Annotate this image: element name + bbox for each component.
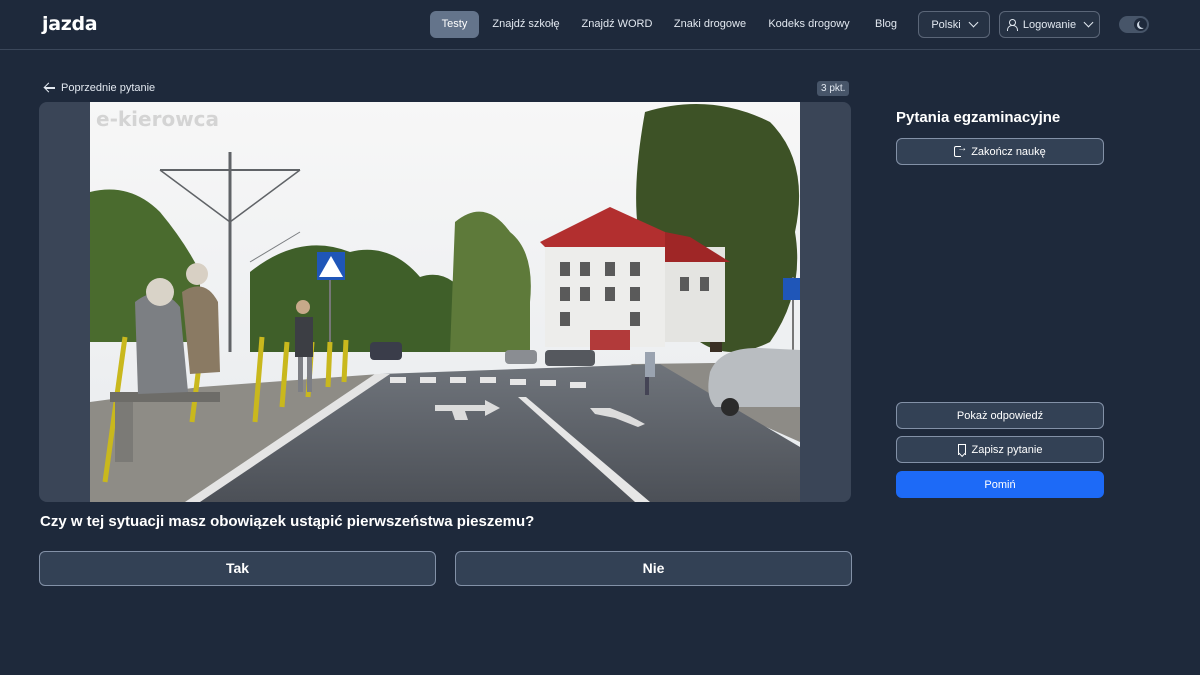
save-question-label: Zapisz pytanie: [971, 443, 1043, 456]
login-label: Logowanie: [1022, 18, 1077, 31]
user-icon: [1006, 19, 1018, 31]
question-photo: e-kierowca: [90, 102, 800, 502]
skip-label: Pomiń: [984, 478, 1016, 491]
chevron-down-icon: [1083, 17, 1094, 28]
nav-road-signs[interactable]: Znaki drogowe: [668, 11, 752, 38]
login-button[interactable]: Logowanie: [999, 11, 1100, 38]
nav-traffic-code[interactable]: Kodeks drogowy: [762, 11, 856, 38]
top-navbar: jazda Testy Znajdź szkołę Znajdź WORD Zn…: [0, 0, 1200, 50]
chevron-down-icon: [968, 17, 979, 28]
theme-toggle-knob: [1134, 18, 1147, 31]
language-label: Polski: [931, 18, 961, 31]
save-question-button[interactable]: Zapisz pytanie: [896, 436, 1104, 463]
language-select[interactable]: Polski: [918, 11, 990, 38]
nav-find-school[interactable]: Znajdź szkołę: [486, 11, 566, 38]
end-study-button[interactable]: Zakończ naukę: [896, 138, 1104, 165]
skip-button[interactable]: Pomiń: [896, 471, 1104, 498]
question-text: Czy w tej sytuacji masz obowiązek ustąpi…: [40, 513, 535, 530]
show-answer-label: Pokaż odpowiedź: [956, 409, 1044, 422]
previous-question-label: Poprzednie pytanie: [61, 82, 156, 94]
end-study-label: Zakończ naukę: [971, 145, 1046, 158]
moon-icon: [1139, 20, 1147, 28]
answer-yes-button[interactable]: Tak: [39, 551, 436, 586]
answer-no-button[interactable]: Nie: [455, 551, 852, 586]
brand-logo[interactable]: jazda: [42, 13, 98, 35]
theme-toggle[interactable]: [1119, 16, 1149, 33]
watermark: e-kierowca: [96, 107, 219, 131]
arrow-left-icon: [44, 83, 55, 93]
nav-find-word[interactable]: Znajdź WORD: [576, 11, 658, 38]
nav-blog[interactable]: Blog: [866, 11, 906, 38]
nav-tests[interactable]: Testy: [430, 11, 479, 38]
question-media: e-kierowca: [39, 102, 851, 502]
points-badge: 3 pkt.: [817, 81, 850, 96]
bookmark-icon: [957, 444, 966, 455]
sidebar-title: Pytania egzaminacyjne: [896, 109, 1061, 126]
show-answer-button[interactable]: Pokaż odpowiedź: [896, 402, 1104, 429]
previous-question-link[interactable]: Poprzednie pytanie: [44, 81, 155, 95]
exit-icon: [954, 143, 967, 157]
